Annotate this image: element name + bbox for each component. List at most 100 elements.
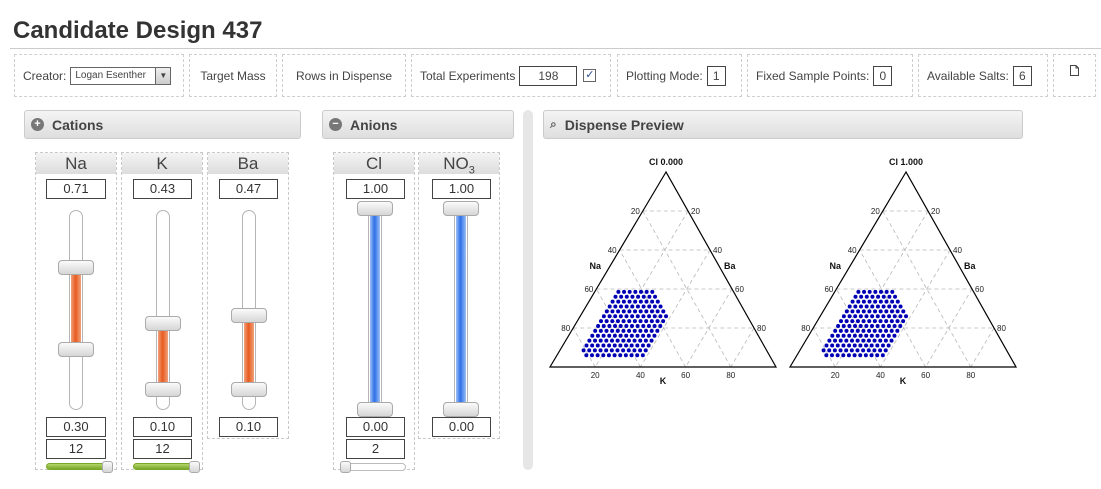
no3-upper-handle[interactable] (443, 201, 479, 216)
sample-point (616, 289, 621, 294)
sample-point (898, 314, 903, 319)
grid-line (880, 249, 951, 368)
target-mass-button[interactable]: Target Mass (189, 54, 277, 97)
sample-point (615, 319, 620, 324)
tick-label: 80 (997, 324, 1006, 333)
sample-point (638, 319, 643, 324)
ba-lower-value[interactable]: 0.10 (219, 417, 278, 437)
sample-point (870, 314, 875, 319)
sample-point (873, 289, 878, 294)
no3-lower-handle[interactable] (443, 402, 479, 417)
anions-header[interactable]: − Anions (322, 110, 514, 139)
sample-point (869, 343, 874, 348)
sample-point (830, 333, 835, 338)
sample-point (615, 338, 620, 343)
sample-point (864, 294, 869, 299)
sample-point (584, 343, 589, 348)
fixed-sample-points-input[interactable]: 0 (873, 65, 893, 86)
ba-upper-value[interactable]: 0.47 (219, 179, 278, 199)
na-range-fill (71, 268, 81, 348)
cations-title: Cations (52, 116, 104, 133)
sample-point (641, 294, 646, 299)
vertical-scrollbar[interactable] (523, 110, 533, 470)
creator-select[interactable]: Logan Esenther ▼ (70, 66, 172, 85)
na-steps-value[interactable]: 12 (46, 439, 106, 459)
k-upper-handle[interactable] (145, 316, 181, 331)
sample-point (861, 309, 866, 314)
sample-point (632, 348, 637, 353)
sample-point (901, 319, 906, 324)
sample-point (664, 314, 669, 319)
document-button[interactable] (1053, 54, 1096, 97)
k-lower-value[interactable]: 0.10 (133, 417, 192, 437)
sample-point (627, 309, 632, 314)
sample-point (883, 338, 888, 343)
sample-point (856, 309, 861, 314)
cl-steps-knob[interactable] (340, 461, 351, 473)
sample-point (644, 328, 649, 333)
na-lower-value[interactable]: 0.30 (46, 417, 106, 437)
total-experiments-checkbox[interactable]: ✓ (583, 69, 597, 82)
no3-range-fill (456, 215, 466, 405)
axis-label: Ba (964, 261, 976, 271)
na-lower-handle[interactable] (58, 342, 94, 357)
sample-point (629, 353, 634, 358)
cation-name: Ba (208, 153, 288, 174)
ba-upper-handle[interactable] (231, 308, 267, 323)
sample-point (593, 338, 598, 343)
ternary-outline (788, 170, 1018, 368)
no3-lower-value[interactable]: 0.00 (432, 417, 491, 437)
k-lower-handle[interactable] (145, 382, 181, 397)
na-steps-knob[interactable] (102, 461, 113, 473)
k-steps-knob[interactable] (189, 461, 200, 473)
sample-point (895, 309, 900, 314)
cl-upper-value[interactable]: 1.00 (346, 179, 405, 199)
sample-point (647, 304, 652, 309)
cl-upper-handle[interactable] (357, 201, 393, 216)
chevron-down-icon[interactable]: ▼ (155, 67, 171, 84)
sample-point (850, 319, 855, 324)
total-experiments-field: Total Experiments 198 ✓ (411, 54, 611, 97)
available-salts-input[interactable]: 6 (1012, 65, 1032, 86)
sample-point (632, 328, 637, 333)
tick-label: 60 (584, 285, 593, 294)
sample-point (630, 304, 635, 309)
sample-point (898, 304, 903, 309)
sample-point (889, 309, 894, 314)
sample-point (835, 353, 840, 358)
sample-point (867, 328, 872, 333)
sample-point (895, 328, 900, 333)
total-experiments-input[interactable]: 198 (519, 65, 578, 86)
k-steps-value[interactable]: 12 (133, 439, 192, 459)
expand-icon[interactable]: + (31, 118, 44, 131)
anion-name-main: NO (443, 154, 469, 173)
ba-lower-handle[interactable] (231, 382, 267, 397)
cl-steps-value[interactable]: 2 (346, 439, 405, 459)
sample-point (889, 319, 894, 324)
collapse-icon[interactable]: − (329, 118, 342, 131)
sample-point (878, 319, 883, 324)
sample-point (612, 343, 617, 348)
rows-in-dispense-button[interactable]: Rows in Dispense (282, 54, 406, 97)
page-title: Candidate Design 437 (13, 17, 263, 44)
tick-label: 80 (801, 324, 810, 333)
cl-lower-value[interactable]: 0.00 (346, 417, 405, 437)
cations-header[interactable]: + Cations (24, 110, 301, 139)
sample-point (853, 324, 858, 329)
sample-point (632, 319, 637, 324)
tick-label: 40 (636, 371, 645, 380)
k-upper-value[interactable]: 0.43 (133, 179, 192, 199)
sample-point (604, 348, 609, 353)
sample-point (886, 333, 891, 338)
sample-point (889, 328, 894, 333)
sample-point (830, 343, 835, 348)
sample-point (624, 304, 629, 309)
na-upper-handle[interactable] (58, 260, 94, 275)
plotting-mode-input[interactable]: 1 (706, 65, 726, 86)
na-upper-value[interactable]: 0.71 (46, 179, 106, 199)
sample-point (884, 289, 889, 294)
cl-lower-handle[interactable] (357, 402, 393, 417)
sample-point (641, 304, 646, 309)
no3-upper-value[interactable]: 1.00 (432, 179, 491, 199)
dispense-preview-header[interactable]: ⌕ Dispense Preview (543, 110, 1023, 139)
